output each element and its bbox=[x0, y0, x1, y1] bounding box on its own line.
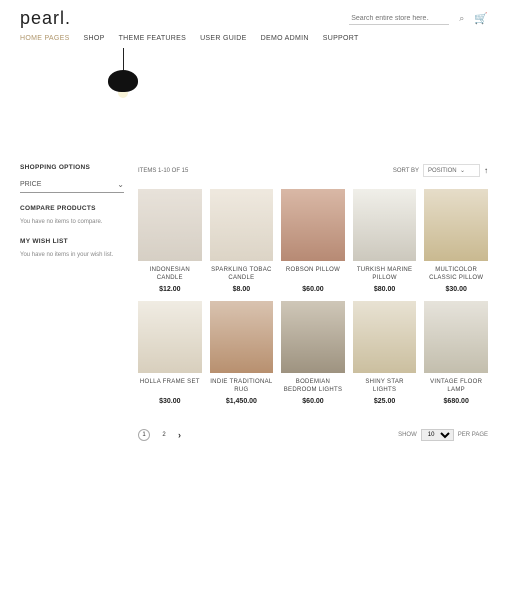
product-name: SPARKLING TOBAC CANDLE bbox=[210, 267, 274, 283]
pagination: 1 2 › bbox=[138, 429, 181, 441]
product-card[interactable]: BODEMIAN BEDROOM LIGHTS $60.00 bbox=[281, 301, 345, 405]
nav-theme[interactable]: THEME FEATURES bbox=[119, 35, 186, 42]
product-card[interactable]: HOLLA FRAME SET $30.00 bbox=[138, 301, 202, 405]
page-1[interactable]: 1 bbox=[138, 429, 150, 441]
sort-direction-icon[interactable]: ↑ bbox=[484, 166, 488, 175]
product-card[interactable]: MULTICOLOR CLASSIC PILLOW $30.00 bbox=[424, 189, 488, 293]
item-count: ITEMS 1-10 OF 15 bbox=[138, 168, 188, 174]
per-page-suffix: PER PAGE bbox=[458, 432, 488, 438]
show-label: SHOW bbox=[398, 432, 417, 438]
sort-label: SORT BY bbox=[393, 168, 419, 174]
product-image[interactable] bbox=[281, 301, 345, 373]
product-price: $60.00 bbox=[281, 286, 345, 293]
product-name: INDIE TRADITIONAL RUG bbox=[210, 379, 274, 395]
product-image[interactable] bbox=[210, 301, 274, 373]
product-price: $60.00 bbox=[281, 398, 345, 405]
chevron-down-icon: ⌄ bbox=[117, 180, 124, 189]
product-name: BODEMIAN BEDROOM LIGHTS bbox=[281, 379, 345, 395]
product-price: $30.00 bbox=[424, 286, 488, 293]
sort-wrap: SORT BY POSITION ⌄ ↑ bbox=[393, 164, 488, 177]
search-input[interactable] bbox=[349, 13, 449, 25]
next-page-icon[interactable]: › bbox=[178, 430, 181, 440]
product-name: VINTAGE FLOOR LAMP bbox=[424, 379, 488, 395]
sidebar: SHOPPING OPTIONS PRICE ⌄ COMPARE PRODUCT… bbox=[20, 164, 124, 441]
product-price: $12.00 bbox=[138, 286, 202, 293]
search-icon[interactable]: ⌕ bbox=[459, 13, 464, 24]
nav-demo[interactable]: DEMO ADMIN bbox=[261, 35, 309, 42]
product-image[interactable] bbox=[281, 189, 345, 261]
nav-home[interactable]: HOME PAGES bbox=[20, 35, 70, 42]
product-image[interactable] bbox=[353, 301, 417, 373]
main-nav: HOME PAGES SHOP THEME FEATURES USER GUID… bbox=[20, 35, 488, 48]
product-card[interactable]: VINTAGE FLOOR LAMP $680.00 bbox=[424, 301, 488, 405]
price-filter[interactable]: PRICE ⌄ bbox=[20, 177, 124, 193]
per-page-select[interactable]: 10 bbox=[421, 429, 454, 441]
product-image[interactable] bbox=[424, 301, 488, 373]
shopping-options-title: SHOPPING OPTIONS bbox=[20, 164, 124, 171]
lamp-decoration bbox=[108, 48, 138, 98]
search-wrap: ⌕ 🛒 bbox=[349, 12, 488, 25]
product-listing: ITEMS 1-10 OF 15 SORT BY POSITION ⌄ ↑ IN… bbox=[138, 164, 488, 441]
product-price: $25.00 bbox=[353, 398, 417, 405]
product-name: MULTICOLOR CLASSIC PILLOW bbox=[424, 267, 488, 283]
cart-icon[interactable]: 🛒 bbox=[474, 12, 488, 25]
product-image[interactable] bbox=[353, 189, 417, 261]
product-card[interactable]: INDIE TRADITIONAL RUG $1,450.00 bbox=[210, 301, 274, 405]
product-image[interactable] bbox=[210, 189, 274, 261]
product-card[interactable]: SHINY STAR LIGHTS $25.00 bbox=[353, 301, 417, 405]
product-name: SHINY STAR LIGHTS bbox=[353, 379, 417, 395]
logo[interactable]: pearl. bbox=[20, 8, 71, 29]
wishlist-empty: You have no items in your wish list. bbox=[20, 251, 124, 259]
product-price: $1,450.00 bbox=[210, 398, 274, 405]
product-price: $680.00 bbox=[424, 398, 488, 405]
product-image[interactable] bbox=[138, 189, 202, 261]
product-card[interactable]: TURKISH MARINE PILLOW $80.00 bbox=[353, 189, 417, 293]
nav-support[interactable]: SUPPORT bbox=[323, 35, 359, 42]
nav-guide[interactable]: USER GUIDE bbox=[200, 35, 247, 42]
price-label: PRICE bbox=[20, 181, 41, 188]
product-card[interactable]: SPARKLING TOBAC CANDLE $8.00 bbox=[210, 189, 274, 293]
product-price: $80.00 bbox=[353, 286, 417, 293]
page-2[interactable]: 2 bbox=[158, 429, 170, 441]
per-page: SHOW 10 PER PAGE bbox=[398, 429, 488, 441]
nav-shop[interactable]: SHOP bbox=[84, 35, 105, 42]
wishlist-title: MY WISH LIST bbox=[20, 238, 124, 245]
bottom-bar: 1 2 › SHOW 10 PER PAGE bbox=[138, 425, 488, 441]
sort-select[interactable]: POSITION ⌄ bbox=[423, 164, 480, 177]
hero-banner bbox=[0, 48, 508, 152]
product-name: TURKISH MARINE PILLOW bbox=[353, 267, 417, 283]
product-card[interactable]: ROBSON PILLOW $60.00 bbox=[281, 189, 345, 293]
product-name: INDONESIAN CANDLE bbox=[138, 267, 202, 283]
toolbar: ITEMS 1-10 OF 15 SORT BY POSITION ⌄ ↑ bbox=[138, 164, 488, 177]
product-name: ROBSON PILLOW bbox=[281, 267, 345, 283]
main-content: SHOPPING OPTIONS PRICE ⌄ COMPARE PRODUCT… bbox=[0, 152, 508, 453]
product-grid: INDONESIAN CANDLE $12.00 SPARKLING TOBAC C… bbox=[138, 189, 488, 405]
compare-empty: You have no items to compare. bbox=[20, 218, 124, 226]
product-price: $30.00 bbox=[138, 398, 202, 405]
product-card[interactable]: INDONESIAN CANDLE $12.00 bbox=[138, 189, 202, 293]
topbar: pearl. ⌕ 🛒 bbox=[20, 8, 488, 29]
header: pearl. ⌕ 🛒 HOME PAGES SHOP THEME FEATURE… bbox=[0, 0, 508, 48]
product-name: HOLLA FRAME SET bbox=[138, 379, 202, 395]
compare-title: COMPARE PRODUCTS bbox=[20, 205, 124, 212]
product-price: $8.00 bbox=[210, 286, 274, 293]
product-image[interactable] bbox=[138, 301, 202, 373]
product-image[interactable] bbox=[424, 189, 488, 261]
